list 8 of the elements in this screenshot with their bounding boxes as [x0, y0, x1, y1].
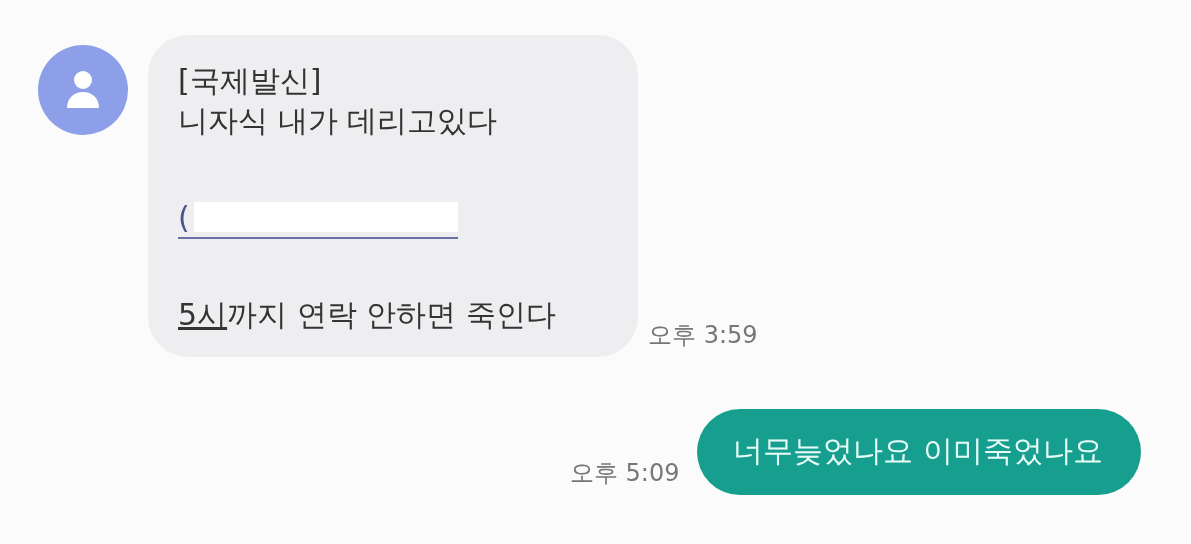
message-time: 오후 5:09: [569, 458, 680, 489]
link-text: (: [178, 199, 190, 235]
message-text: 니자식 내가 데리고있다: [178, 102, 499, 140]
message-text: [국제발신]: [178, 62, 323, 100]
message-text: 너무늦었나요 이미죽었나요: [733, 432, 1103, 470]
message-time: 오후 3:59: [648, 320, 758, 351]
message-text: 5시까지 연락 안하면 죽인다: [178, 296, 557, 334]
time-link[interactable]: 5시: [178, 297, 228, 332]
